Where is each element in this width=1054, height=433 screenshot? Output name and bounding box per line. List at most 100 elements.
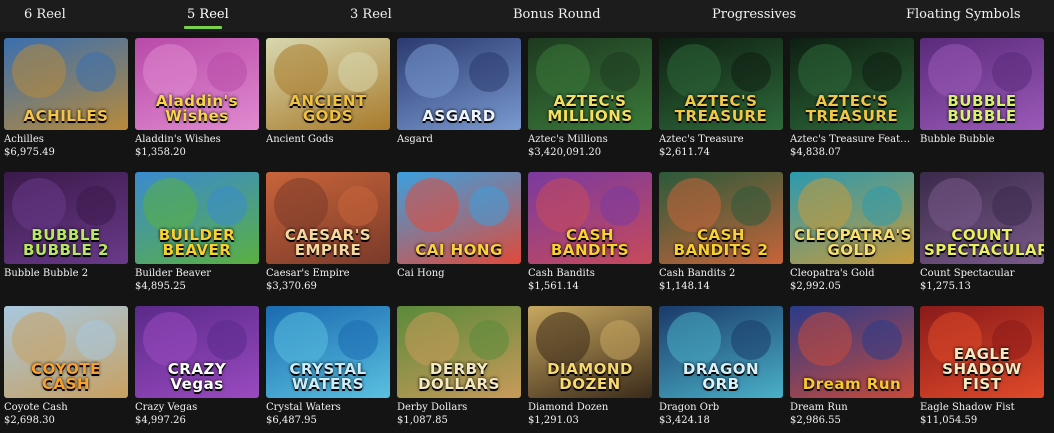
game-tile[interactable]: CAI HONG Cai Hong xyxy=(397,172,521,281)
game-tile[interactable]: CASH BANDITS Cash Bandits $1,561.14 xyxy=(528,172,652,293)
game-name[interactable]: Diamond Dozen xyxy=(528,402,652,414)
game-name[interactable]: Dragon Orb xyxy=(659,402,783,414)
game-tile[interactable]: CLEOPATRA'S GOLD Cleopatra's Gold $2,992.0… xyxy=(790,172,914,293)
game-name[interactable]: Count Spectacular xyxy=(920,268,1044,280)
game-tile[interactable]: BUBBLE BUBBLE Bubble Bubble xyxy=(920,38,1044,147)
game-name[interactable]: Aztec's Treasure xyxy=(659,134,783,146)
game-logo: ANCIENT GODS xyxy=(289,92,367,125)
game-tile[interactable]: ASGARD Asgard xyxy=(397,38,521,147)
game-name[interactable]: Cash Bandits 2 xyxy=(659,268,783,280)
game-tile[interactable]: Aladdin's Wishes Aladdin's Wishes $1,358.2… xyxy=(135,38,259,159)
tab-3-reel[interactable]: 3 Reel xyxy=(350,7,392,22)
game-name[interactable]: Cash Bandits xyxy=(528,268,652,280)
game-thumbnail[interactable]: CAESAR'S EMPIRE xyxy=(266,172,390,264)
game-tile[interactable]: COYOTE CASH Coyote Cash $2,698.30 xyxy=(4,306,128,427)
game-tile[interactable]: BUBBLE BUBBLE 2 Bubble Bubble 2 xyxy=(4,172,128,281)
artwork-shape xyxy=(12,178,66,232)
game-tile[interactable]: AZTEC'S TREASURE Aztec's Treasure $2,611.7… xyxy=(659,38,783,159)
game-name[interactable]: Cai Hong xyxy=(397,268,521,280)
game-name[interactable]: Coyote Cash xyxy=(4,402,128,414)
game-thumbnail[interactable]: EAGLE SHADOW FIST xyxy=(920,306,1044,398)
game-thumbnail[interactable]: CRAZY Vegas xyxy=(135,306,259,398)
game-name[interactable]: Bubble Bubble xyxy=(920,134,1044,146)
artwork-shape xyxy=(405,178,459,232)
game-tile[interactable]: BUILDER BEAVER Builder Beaver $4,895.25 xyxy=(135,172,259,293)
game-name[interactable]: Caesar's Empire xyxy=(266,268,390,280)
game-thumbnail[interactable]: BUBBLE BUBBLE 2 xyxy=(4,172,128,264)
game-tile[interactable]: Dream Run Dream Run $2,986.55 xyxy=(790,306,914,427)
game-tile[interactable]: DIAMOND DOZEN Diamond Dozen $1,291.03 xyxy=(528,306,652,427)
game-tile[interactable]: CRYSTAL WATERS Crystal Waters $6,487.95 xyxy=(266,306,390,427)
artwork-shape xyxy=(862,320,902,360)
tab-6-reel[interactable]: 6 Reel xyxy=(24,7,66,22)
game-thumbnail[interactable]: Aladdin's Wishes xyxy=(135,38,259,130)
game-thumbnail[interactable]: CASH BANDITS xyxy=(528,172,652,264)
artwork-shape xyxy=(76,320,116,360)
game-name[interactable]: Derby Dollars xyxy=(397,402,521,414)
game-thumbnail[interactable]: DERBY DOLLARS xyxy=(397,306,521,398)
game-tile[interactable]: DRAGON ORB Dragon Orb $3,424.18 xyxy=(659,306,783,427)
game-tile[interactable]: EAGLE SHADOW FIST Eagle Shadow Fist $11,05… xyxy=(920,306,1044,427)
jackpot-amount: $6,487.95 xyxy=(266,415,317,426)
game-name[interactable]: Eagle Shadow Fist xyxy=(920,402,1044,414)
tab-5-reel[interactable]: 5 Reel xyxy=(187,7,229,22)
game-thumbnail[interactable]: AZTEC'S TREASURE xyxy=(790,38,914,130)
artwork-shape xyxy=(12,312,66,366)
game-name[interactable]: Asgard xyxy=(397,134,521,146)
game-tile[interactable]: ACHILLES Achilles $6,975.49 xyxy=(4,38,128,159)
game-name[interactable]: Crazy Vegas xyxy=(135,402,259,414)
game-logo: CLEOPATRA'S GOLD xyxy=(794,226,912,259)
game-name[interactable]: Bubble Bubble 2 xyxy=(4,268,128,280)
game-tile[interactable]: CRAZY Vegas Crazy Vegas $4,997.26 xyxy=(135,306,259,427)
game-tile[interactable]: COUNT SPECTACULAR Count Spectacular $1,275… xyxy=(920,172,1044,293)
game-name[interactable]: Ancient Gods xyxy=(266,134,390,146)
tab-floating-symbols[interactable]: Floating Symbols xyxy=(906,7,1021,22)
game-name[interactable]: Dream Run xyxy=(790,402,914,414)
game-thumbnail[interactable]: Dream Run xyxy=(790,306,914,398)
game-thumbnail[interactable]: DIAMOND DOZEN xyxy=(528,306,652,398)
game-tile[interactable]: CAESAR'S EMPIRE Caesar's Empire $3,370.69 xyxy=(266,172,390,293)
game-thumbnail[interactable]: COUNT SPECTACULAR xyxy=(920,172,1044,264)
game-thumbnail[interactable]: AZTEC'S TREASURE xyxy=(659,38,783,130)
artwork-shape xyxy=(992,186,1032,226)
game-logo: CRYSTAL WATERS xyxy=(289,360,367,393)
game-tile[interactable]: DERBY DOLLARS Derby Dollars $1,087.85 xyxy=(397,306,521,427)
game-thumbnail[interactable]: ACHILLES xyxy=(4,38,128,130)
artwork-shape xyxy=(274,44,328,98)
game-thumbnail[interactable]: ANCIENT GODS xyxy=(266,38,390,130)
game-thumbnail[interactable]: AZTEC'S MILLIONS xyxy=(528,38,652,130)
game-name[interactable]: Builder Beaver xyxy=(135,268,259,280)
artwork-shape xyxy=(338,186,378,226)
game-thumbnail[interactable]: CASH BANDITS 2 xyxy=(659,172,783,264)
game-name[interactable]: Aztec's Millions xyxy=(528,134,652,146)
game-logo: AZTEC'S MILLIONS xyxy=(547,92,633,125)
game-name[interactable]: Cleopatra's Gold xyxy=(790,268,914,280)
category-tabs: 6 Reel 5 Reel 3 Reel Bonus Round Progressive… xyxy=(0,0,1054,32)
game-thumbnail[interactable]: DRAGON ORB xyxy=(659,306,783,398)
artwork-shape xyxy=(667,44,721,98)
game-thumbnail[interactable]: ASGARD xyxy=(397,38,521,130)
tab-bonus-round[interactable]: Bonus Round xyxy=(513,7,601,22)
game-name[interactable]: Crystal Waters xyxy=(266,402,390,414)
artwork-shape xyxy=(338,52,378,92)
game-thumbnail[interactable]: BUBBLE BUBBLE xyxy=(920,38,1044,130)
game-name[interactable]: Aztec's Treasure Feature Gua... xyxy=(790,134,914,146)
game-thumbnail[interactable]: BUILDER BEAVER xyxy=(135,172,259,264)
game-name[interactable]: Aladdin's Wishes xyxy=(135,134,259,146)
artwork-shape xyxy=(731,52,771,92)
artwork-shape xyxy=(76,52,116,92)
tab-progressives[interactable]: Progressives xyxy=(712,7,796,22)
game-tile[interactable]: AZTEC'S MILLIONS Aztec's Millions $3,420,0… xyxy=(528,38,652,159)
artwork-shape xyxy=(536,44,590,98)
game-thumbnail[interactable]: CAI HONG xyxy=(397,172,521,264)
game-tile[interactable]: AZTEC'S TREASURE Aztec's Treasure Feature… xyxy=(790,38,914,159)
artwork-shape xyxy=(798,178,852,232)
game-name[interactable]: Achilles xyxy=(4,134,128,146)
artwork-shape xyxy=(928,44,982,98)
game-thumbnail[interactable]: COYOTE CASH xyxy=(4,306,128,398)
game-tile[interactable]: ANCIENT GODS Ancient Gods xyxy=(266,38,390,147)
game-thumbnail[interactable]: CLEOPATRA'S GOLD xyxy=(790,172,914,264)
game-thumbnail[interactable]: CRYSTAL WATERS xyxy=(266,306,390,398)
game-tile[interactable]: CASH BANDITS 2 Cash Bandits 2 $1,148.14 xyxy=(659,172,783,293)
game-logo: BUILDER BEAVER xyxy=(158,226,236,259)
